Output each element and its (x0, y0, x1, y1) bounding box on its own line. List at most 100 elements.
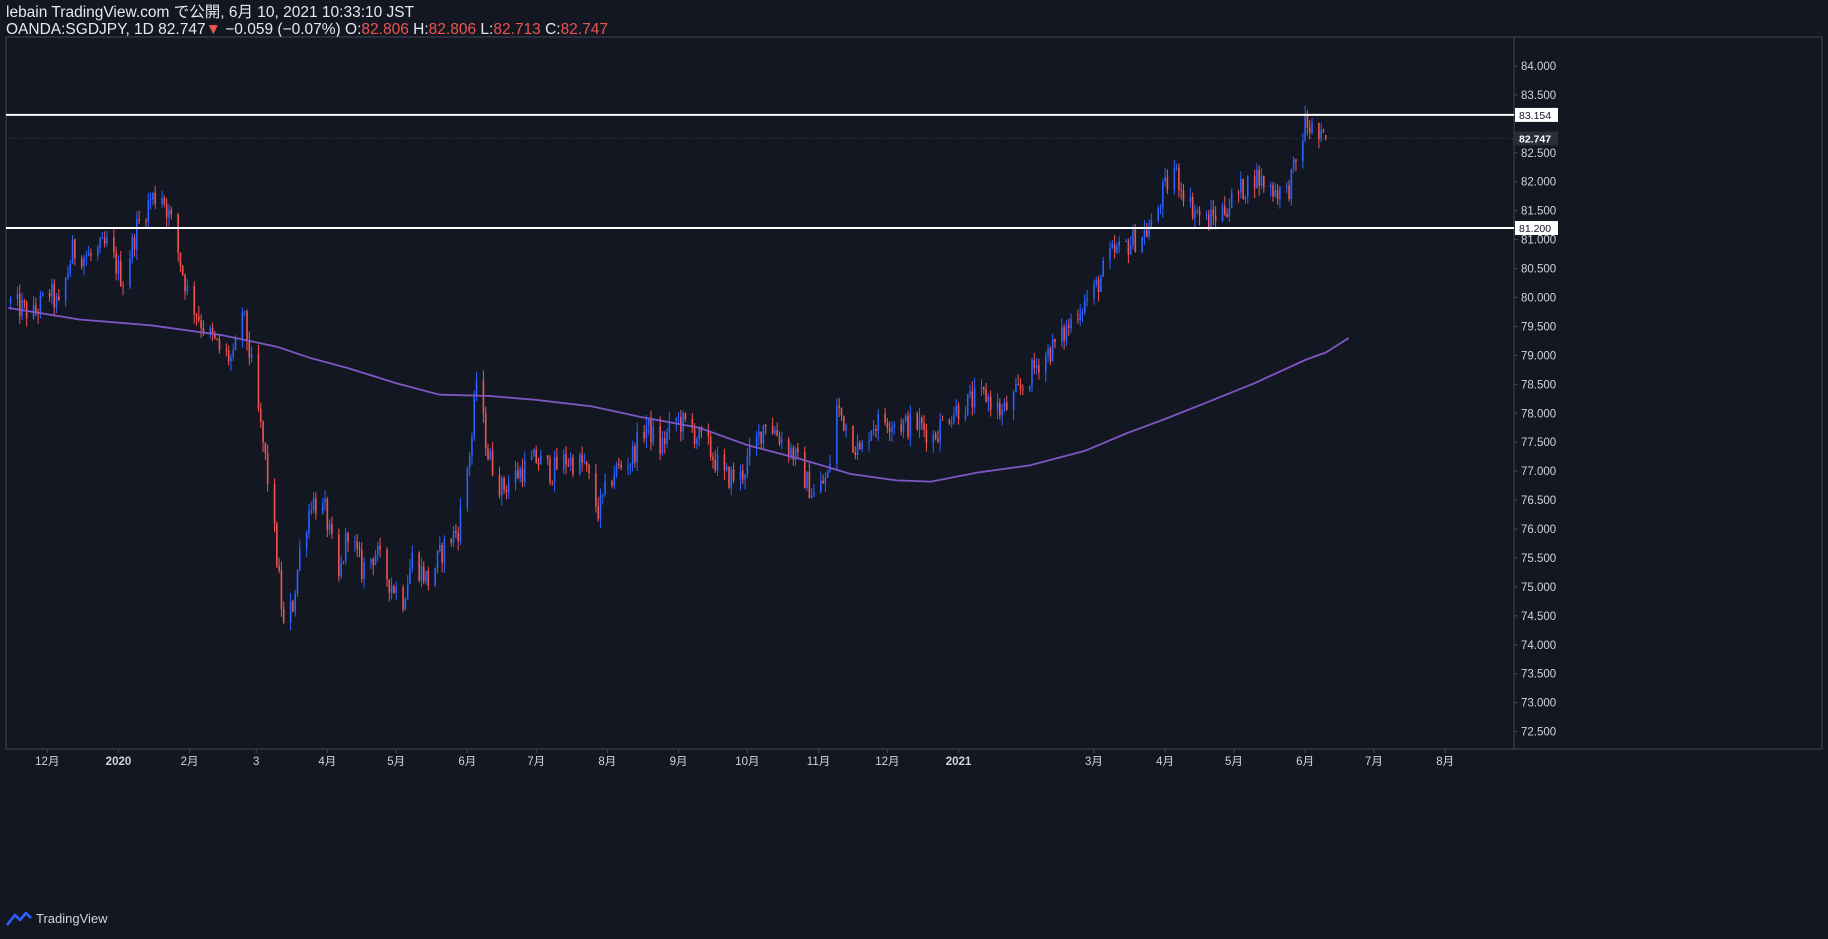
y-tick-label: 78.500 (1521, 379, 1556, 391)
candle-body (294, 593, 297, 612)
candle-body (340, 562, 342, 577)
candle-body (517, 470, 519, 479)
candle-body (1182, 190, 1185, 202)
candle-body (273, 483, 276, 524)
candle-body (1109, 247, 1111, 261)
candle-body (810, 495, 813, 499)
candle-body (1288, 185, 1290, 199)
candle-body (170, 209, 173, 215)
candle-body (1173, 169, 1176, 190)
candle-body (918, 417, 921, 430)
candle-body (1324, 135, 1327, 139)
candle-body (1079, 314, 1081, 321)
candle-body (971, 391, 974, 408)
candle-body (9, 299, 12, 304)
candle-body (1051, 338, 1054, 362)
candle-body (41, 293, 44, 296)
x-tick-label: 8月 (598, 756, 616, 768)
candle-body (404, 598, 407, 610)
candle-body (723, 454, 726, 470)
candle-body (427, 570, 430, 587)
candle-body (468, 456, 471, 468)
candle-body (113, 237, 115, 253)
candle-body (1129, 245, 1132, 255)
candle-body (955, 405, 958, 415)
candle-body (1304, 115, 1306, 141)
candle-body (634, 446, 636, 463)
candle-body (659, 426, 661, 454)
candle-body (232, 349, 235, 357)
candle-body (1022, 389, 1024, 391)
candle-body (266, 453, 269, 484)
candle-body (241, 311, 244, 339)
candle-body (553, 456, 556, 483)
candle-body (1145, 229, 1148, 237)
x-tick-label: 11月 (807, 756, 830, 768)
candle-body (409, 568, 411, 584)
candle-body (916, 413, 919, 430)
candle-body (1001, 410, 1003, 416)
candle-body (216, 338, 218, 340)
y-tick-label: 79.500 (1521, 321, 1556, 333)
candle-body (296, 569, 299, 594)
candle-body (875, 429, 877, 432)
candle-body (1263, 175, 1265, 188)
y-tick-label: 73.500 (1521, 669, 1556, 681)
candle-body (179, 252, 182, 266)
candle-body (1067, 325, 1070, 329)
candle-body (372, 558, 375, 565)
candle-body (781, 439, 783, 444)
candle-body (342, 561, 345, 563)
candle-body (360, 550, 363, 580)
candle-body (21, 300, 23, 317)
candle-body (514, 470, 517, 483)
candle-body (1003, 402, 1006, 411)
candle-body (1194, 211, 1196, 219)
candle-body (1157, 207, 1160, 221)
candle-body (1028, 385, 1031, 390)
candle-body (1279, 186, 1281, 200)
candle-body (411, 552, 414, 569)
candle-body (790, 448, 792, 457)
candle-body (505, 489, 508, 492)
candle-body (937, 438, 939, 442)
candle-body (402, 587, 404, 610)
candle-body (457, 532, 459, 542)
candle-body (439, 544, 441, 551)
candle-body (987, 396, 990, 402)
candle-body (1198, 210, 1201, 216)
candle-body (85, 256, 88, 258)
candle-body (379, 545, 381, 550)
candle-body (276, 523, 278, 566)
x-tick-label: 6月 (458, 756, 476, 768)
candle-body (985, 389, 987, 402)
candle-body (1258, 169, 1261, 186)
candle-body (230, 356, 232, 362)
candle-body (549, 458, 551, 482)
y-tick-label: 82.500 (1521, 148, 1556, 160)
candle-body (1308, 127, 1311, 133)
price-chart[interactable]: 83.154 81.200 82.747 72.500 73.000 73.500 74.… (0, 0, 1828, 939)
candle-body (1223, 206, 1226, 214)
candle-body (562, 454, 565, 470)
candle-body (338, 534, 340, 577)
candle-body (1044, 355, 1047, 373)
candle-body (838, 405, 840, 408)
candle-body (1019, 384, 1022, 390)
x-tick-label: 8月 (1436, 756, 1454, 768)
candle-body (739, 470, 742, 481)
candle-body (422, 566, 425, 582)
candle-body (1191, 196, 1194, 219)
candle-body (315, 498, 317, 514)
candle-body (356, 541, 358, 549)
candle-body (1038, 365, 1040, 373)
candle-body (923, 422, 925, 430)
candle-body (1017, 383, 1020, 385)
candle-body (370, 558, 372, 563)
candle-body (611, 481, 613, 486)
candle-body (732, 469, 735, 481)
candle-body (347, 532, 349, 542)
candle-body (530, 456, 533, 461)
tradingview-footer[interactable]: TradingView (6, 911, 108, 926)
candle-body (1196, 210, 1199, 212)
